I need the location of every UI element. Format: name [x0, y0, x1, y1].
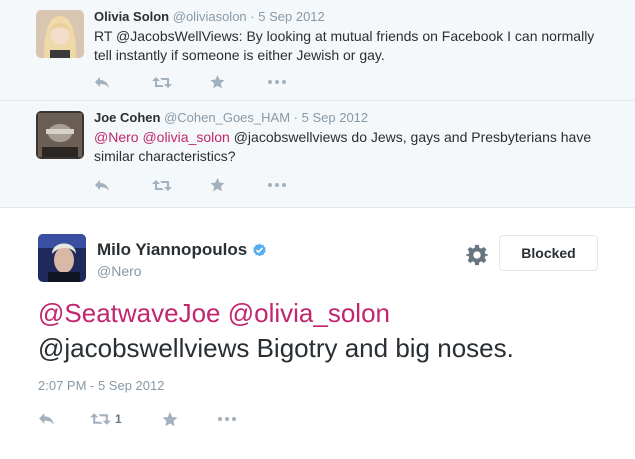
- mention-link[interactable]: @SeatwaveJoe: [38, 298, 221, 328]
- reply-icon: [95, 179, 109, 191]
- retweet-icon: [152, 179, 172, 191]
- author-username[interactable]: @Nero: [97, 263, 142, 279]
- favorite-button[interactable]: [210, 177, 268, 193]
- mention-link[interactable]: @Nero: [94, 129, 139, 145]
- author-name[interactable]: Joe Cohen: [94, 110, 160, 125]
- mention-link[interactable]: @olivia_solon: [228, 298, 390, 328]
- favorite-button[interactable]: [162, 410, 218, 428]
- avatar[interactable]: [36, 10, 84, 58]
- more-icon: [268, 183, 286, 187]
- favorite-icon: [162, 411, 178, 426]
- more-button[interactable]: [218, 410, 258, 428]
- author-username[interactable]: @oliviasolon: [173, 9, 247, 24]
- blocked-button[interactable]: Blocked: [499, 235, 598, 271]
- separator: ·: [250, 9, 255, 24]
- reply-button[interactable]: [94, 74, 152, 90]
- tweet-text-part: RT @JacobsWellViews: By looking at mutua…: [94, 28, 595, 63]
- retweet-button[interactable]: [152, 74, 210, 90]
- retweet-button[interactable]: 1: [90, 410, 162, 428]
- retweet-count: 1: [115, 412, 122, 426]
- more-button[interactable]: [268, 74, 326, 90]
- favorite-icon: [210, 75, 225, 89]
- avatar[interactable]: [38, 234, 86, 282]
- more-button[interactable]: [268, 177, 326, 193]
- conversation-tweet[interactable]: Olivia Solon @oliviasolon · 5 Sep 2012 R…: [0, 0, 635, 101]
- tweet-timestamp[interactable]: 5 Sep 2012: [302, 110, 369, 125]
- author-name[interactable]: Olivia Solon: [94, 9, 169, 24]
- author-name[interactable]: Milo Yiannopoulos: [97, 240, 247, 260]
- tweet-text: @SeatwaveJoe @olivia_solon @jacobswellvie…: [38, 296, 598, 366]
- more-icon: [268, 80, 286, 84]
- tweet-text: @Nero @olivia_solon @jacobswellviews do …: [94, 128, 595, 166]
- reply-icon: [39, 413, 54, 425]
- more-icon: [218, 417, 236, 421]
- reply-button[interactable]: [38, 410, 90, 428]
- conversation-tweet[interactable]: Joe Cohen @Cohen_Goes_HAM · 5 Sep 2012 @…: [0, 101, 635, 208]
- retweet-button[interactable]: [152, 177, 210, 193]
- permalink-tweet: Milo Yiannopoulos @Nero Blocked @Seatwav…: [0, 208, 635, 459]
- retweet-icon: [152, 76, 172, 88]
- tweet-text: RT @JacobsWellViews: By looking at mutua…: [94, 27, 595, 65]
- tweet-text-part: @jacobswellviews Bigotry and big noses.: [38, 333, 514, 363]
- retweet-icon: [90, 413, 111, 425]
- author-username[interactable]: @Cohen_Goes_HAM: [164, 110, 290, 125]
- verified-badge-icon: [253, 242, 266, 256]
- reply-button[interactable]: [94, 177, 152, 193]
- separator: ·: [293, 110, 298, 125]
- tweet-timestamp[interactable]: 2:07 PM - 5 Sep 2012: [38, 378, 164, 393]
- mention-link[interactable]: @olivia_solon: [142, 129, 229, 145]
- favorite-icon: [210, 178, 225, 192]
- avatar[interactable]: [36, 111, 84, 159]
- reply-icon: [95, 76, 109, 88]
- favorite-button[interactable]: [210, 74, 268, 90]
- gear-icon[interactable]: [466, 244, 488, 266]
- tweet-timestamp[interactable]: 5 Sep 2012: [258, 9, 325, 24]
